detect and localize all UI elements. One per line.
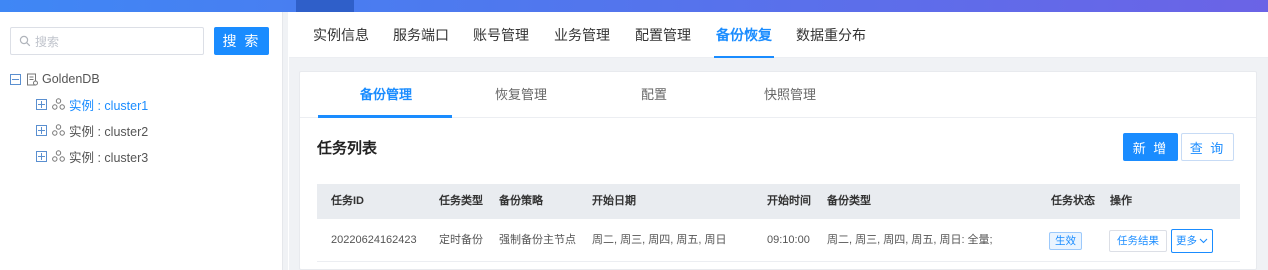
column-header: 任务状态 xyxy=(1051,195,1095,207)
tab-service-ports[interactable]: 服务端口 xyxy=(393,12,449,58)
subtab-backup-management[interactable]: 备份管理 xyxy=(360,72,412,118)
search-icon xyxy=(19,35,31,47)
table-row-partial xyxy=(317,262,1240,270)
cell-start-date: 周二, 周三, 周四, 周五, 周日 xyxy=(592,234,727,246)
column-header: 操作 xyxy=(1110,195,1132,207)
cluster-icon xyxy=(52,150,65,162)
main-nav: 实例信息 服务端口 账号管理 业务管理 配置管理 备份恢复 数据重分布 xyxy=(289,12,1268,58)
sub-tabs: 备份管理 恢复管理 配置 快照管理 xyxy=(300,72,1256,118)
top-header-bar xyxy=(0,0,1268,12)
tree-node-label: 实例 : cluster2 xyxy=(69,124,149,139)
column-header: 备份策略 xyxy=(499,195,543,207)
top-header-active-segment xyxy=(296,0,354,12)
more-label: 更多 xyxy=(1176,235,1197,247)
column-header: 任务类型 xyxy=(439,195,483,207)
cell-backup-type: 周二, 周三, 周四, 周五, 周日: 全量; xyxy=(827,234,993,246)
subtab-snapshot-management[interactable]: 快照管理 xyxy=(764,72,816,118)
more-dropdown-button[interactable]: 更多 xyxy=(1171,229,1213,253)
cluster-icon xyxy=(52,98,65,110)
expand-icon[interactable] xyxy=(36,98,47,110)
status-badge: 生效 xyxy=(1049,232,1082,250)
task-result-button[interactable]: 任务结果 xyxy=(1109,230,1167,252)
search-input[interactable]: 搜索 xyxy=(10,27,204,55)
tree-node-label: GoldenDB xyxy=(42,72,100,86)
search-button[interactable]: 搜 索 xyxy=(214,27,269,55)
cluster-icon xyxy=(52,124,65,136)
tab-account-management[interactable]: 账号管理 xyxy=(473,12,529,58)
expand-icon[interactable] xyxy=(36,124,47,136)
add-button[interactable]: 新 增 xyxy=(1123,133,1178,161)
subtab-active-indicator xyxy=(318,115,452,118)
tab-config-management[interactable]: 配置管理 xyxy=(635,12,691,58)
column-header: 任务ID xyxy=(331,195,364,207)
table-header: 任务ID 任务类型 备份策略 开始日期 开始时间 备份类型 任务状态 操作 xyxy=(317,184,1240,219)
tree-node-label: 实例 : cluster3 xyxy=(69,150,149,165)
cell-start-time: 09:10:00 xyxy=(767,234,810,246)
sidebar: 搜索 搜 索 GoldenDB 实例 : cluster1 实例 : clust… xyxy=(0,12,283,270)
tab-business-management[interactable]: 业务管理 xyxy=(554,12,610,58)
panel-splitter[interactable] xyxy=(283,12,288,270)
tab-instance-info[interactable]: 实例信息 xyxy=(313,12,369,58)
collapse-icon[interactable] xyxy=(10,73,21,85)
tab-data-redistribution[interactable]: 数据重分布 xyxy=(796,12,866,58)
expand-icon[interactable] xyxy=(36,150,47,162)
column-header: 备份类型 xyxy=(827,195,871,207)
subtab-restore-management[interactable]: 恢复管理 xyxy=(495,72,547,118)
column-header: 开始日期 xyxy=(592,195,636,207)
tree-node-cluster3[interactable]: 实例 : cluster3 xyxy=(36,146,148,166)
cell-task-id: 20220624162423 xyxy=(331,234,417,246)
backup-card: 备份管理 恢复管理 配置 快照管理 任务列表 新 增 查 询 任务ID 任务类型… xyxy=(299,71,1257,270)
query-button[interactable]: 查 询 xyxy=(1181,133,1234,161)
task-list-title: 任务列表 xyxy=(317,140,378,157)
tree-node-label: 实例 : cluster1 xyxy=(69,98,149,113)
column-header: 开始时间 xyxy=(767,195,811,207)
cell-task-type: 定时备份 xyxy=(439,234,483,246)
search-placeholder: 搜索 xyxy=(35,34,60,49)
tree-node-cluster1[interactable]: 实例 : cluster1 xyxy=(36,94,148,114)
table-row: 20220624162423 定时备份 强制备份主节点 周二, 周三, 周四, … xyxy=(317,219,1240,262)
tree-node-cluster2[interactable]: 实例 : cluster2 xyxy=(36,120,148,140)
chevron-down-icon xyxy=(1199,238,1208,244)
tab-backup-restore[interactable]: 备份恢复 xyxy=(714,12,774,58)
cell-strategy: 强制备份主节点 xyxy=(499,234,576,246)
subtab-config[interactable]: 配置 xyxy=(641,72,667,118)
tree-node-root[interactable]: GoldenDB xyxy=(10,69,100,89)
database-icon xyxy=(27,73,38,85)
